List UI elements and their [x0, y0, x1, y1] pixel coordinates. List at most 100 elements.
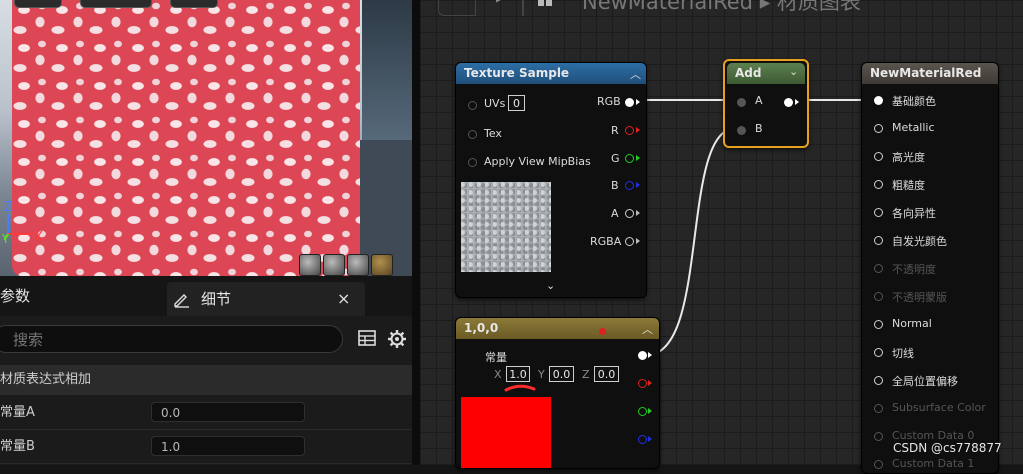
rgba-output-pin[interactable] — [625, 237, 634, 246]
a-output-pin[interactable] — [625, 209, 634, 218]
pin-label: B — [755, 122, 763, 135]
preview-dot-icon — [599, 328, 606, 335]
tab-details[interactable]: 细节 × — [167, 282, 365, 316]
constant3-vector-node[interactable]: 1,0,0 ︿ 常量 X 1.0 Y 0.0 Z 0.0 — [455, 317, 660, 469]
material-input-label: Metallic — [892, 121, 935, 134]
pin-arrow-icon — [636, 238, 640, 244]
section-title: 材质表达式相加 — [0, 372, 92, 387]
material-input-pin[interactable] — [874, 96, 883, 105]
material-input-label: 各向异性 — [892, 207, 936, 220]
material-input-label: 自发光颜色 — [892, 235, 947, 248]
r-output-pin[interactable] — [638, 379, 647, 388]
table-view-icon[interactable] — [358, 330, 376, 346]
output-label: RGBA — [590, 235, 622, 248]
material-input-pin[interactable] — [874, 208, 883, 217]
y-value-box[interactable]: 0.0 — [549, 366, 574, 382]
pin-label: Apply View MipBias — [484, 155, 591, 168]
uvs-input-pin[interactable] — [468, 101, 477, 110]
material-input-pin[interactable] — [874, 292, 883, 301]
plane-preview-button[interactable] — [347, 254, 369, 276]
property-row-constant-b: 常量B 1.0 — [0, 431, 412, 464]
close-icon[interactable]: × — [337, 282, 350, 316]
gear-icon[interactable] — [387, 329, 407, 349]
node-title: NewMaterialRed — [862, 63, 998, 84]
red-underline-annotation — [504, 384, 536, 392]
b-input-pin[interactable] — [737, 126, 746, 135]
material-input-pin[interactable] — [874, 152, 883, 161]
pin-label: UVs — [484, 97, 506, 110]
g-output-pin[interactable] — [638, 407, 647, 416]
material-input-pin[interactable] — [874, 264, 883, 273]
preview-mesh-red-stone — [12, 0, 360, 276]
mipbias-input-pin[interactable] — [468, 158, 477, 167]
material-input-label: 不透明度 — [892, 263, 936, 276]
b-output-pin[interactable] — [625, 181, 634, 190]
a-input-pin[interactable] — [737, 98, 746, 107]
node-title: Texture Sample — [456, 63, 646, 84]
output-label: A — [611, 207, 619, 220]
pin-arrow-icon — [636, 99, 640, 105]
add-output-pin[interactable] — [784, 98, 793, 107]
search-input[interactable] — [11, 326, 315, 354]
material-input-label: 切线 — [892, 347, 914, 360]
b-output-pin[interactable] — [638, 435, 647, 444]
property-row-constant-a: 常量A 0.0 — [0, 397, 412, 430]
material-input-label: 高光度 — [892, 151, 925, 164]
collapse-icon[interactable]: ⌄ — [789, 65, 798, 78]
material-input-label: 粗糙度 — [892, 179, 925, 192]
z-value-box[interactable]: 0.0 — [594, 366, 619, 382]
material-input-pin[interactable] — [874, 376, 883, 385]
material-result-node[interactable]: NewMaterialRed 基础颜色 Metallic 高光度 粗糙度 各向异性 自发光… — [861, 62, 999, 474]
property-value-field[interactable]: 1.0 — [151, 436, 305, 456]
axis-x-label: X — [34, 230, 43, 245]
material-preview-viewport[interactable]: Z Y X — [0, 0, 412, 276]
tab-details-label: 细节 — [201, 290, 232, 308]
output-label: B — [611, 179, 619, 192]
pin-arrow-icon — [648, 436, 652, 442]
search-box — [0, 325, 343, 354]
viewport-view-button[interactable] — [80, 0, 152, 8]
g-output-pin[interactable] — [625, 154, 634, 163]
material-input-pin[interactable] — [874, 124, 883, 133]
material-input-label: 全局位置偏移 — [892, 375, 958, 388]
material-input-pin[interactable] — [874, 404, 883, 413]
cylinder-preview-button[interactable] — [299, 254, 321, 276]
property-value-field[interactable]: 0.0 — [151, 402, 305, 422]
pin-arrow-icon — [648, 380, 652, 386]
property-label: 常量A — [0, 405, 35, 420]
viewport-show-button[interactable] — [170, 0, 218, 8]
tab-parameters[interactable]: 参数 — [0, 276, 165, 316]
material-input-pin[interactable] — [874, 320, 883, 329]
add-node[interactable]: Add ⌄ A B — [723, 59, 809, 148]
pin-arrow-icon — [636, 210, 640, 216]
preview-shape-buttons — [297, 254, 412, 276]
sphere-preview-button[interactable] — [323, 254, 345, 276]
pencil-icon — [174, 294, 189, 308]
collapse-icon[interactable]: ︿ — [630, 66, 641, 82]
rgb-output-pin[interactable] — [638, 351, 647, 360]
collapse-icon[interactable]: ︿ — [642, 321, 653, 337]
viewport-menu-button[interactable] — [14, 0, 62, 8]
output-label: RGB — [597, 95, 621, 108]
section-header[interactable]: 材质表达式相加 — [0, 365, 412, 395]
material-input-pin[interactable] — [874, 348, 883, 357]
panel-tab-bar: 参数 细节 × — [0, 276, 412, 316]
material-input-label: 不透明蒙版 — [892, 291, 947, 304]
watermark-text: CSDN @cs778877 — [893, 441, 1002, 455]
x-value-box[interactable]: 1.0 — [506, 366, 530, 382]
z-label: Z — [582, 368, 590, 381]
uvs-value-box[interactable]: 0 — [508, 95, 525, 111]
material-input-pin[interactable] — [874, 180, 883, 189]
pin-arrow-icon — [795, 99, 799, 105]
material-input-pin[interactable] — [874, 432, 883, 441]
cube-preview-button[interactable] — [371, 254, 393, 276]
rgb-output-pin[interactable] — [625, 98, 634, 107]
axis-y-label: Y — [2, 232, 10, 246]
material-input-pin[interactable] — [874, 236, 883, 245]
y-label: Y — [538, 368, 545, 381]
tex-input-pin[interactable] — [468, 130, 477, 139]
r-output-pin[interactable] — [625, 126, 634, 135]
texture-sample-node[interactable]: Texture Sample ︿ UVs 0 Tex Apply View Mi… — [455, 62, 647, 298]
panel-splitter[interactable] — [412, 0, 420, 465]
expand-chevron-icon[interactable]: ⌄ — [546, 279, 555, 292]
